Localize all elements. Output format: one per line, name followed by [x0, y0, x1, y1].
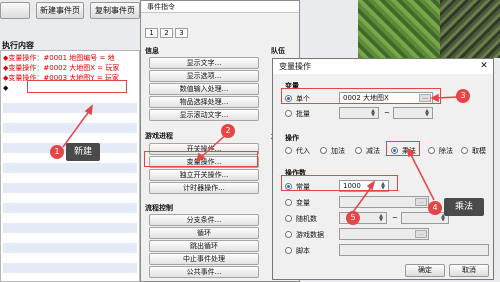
step-badge-4: 4 [428, 201, 442, 215]
step-badge-3: 3 [456, 89, 470, 103]
step-badge-5: 5 [346, 211, 360, 225]
annotation-multiply: 乘法 [444, 198, 484, 216]
annotation-new: 新建 [66, 143, 100, 161]
step-badge-1: 1 [50, 145, 64, 159]
step-badge-2: 2 [221, 124, 235, 138]
annotation-arrows [62, 93, 459, 213]
